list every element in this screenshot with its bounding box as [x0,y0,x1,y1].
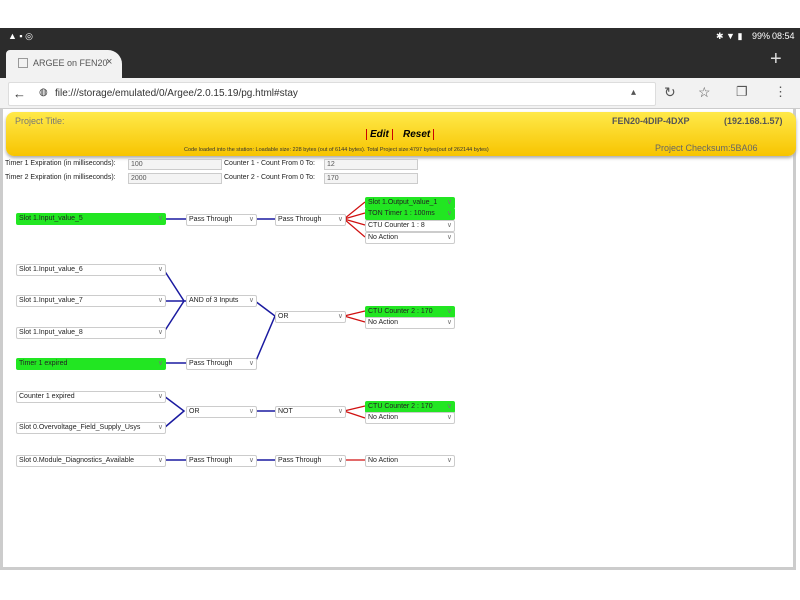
rung4-op2-select[interactable]: Pass Through [275,455,346,467]
rung3-input-select[interactable]: Counter 1 expired [16,391,166,403]
rung1-output-select[interactable]: TON Timer 1 : 100ms [365,208,455,220]
rung3-input-select[interactable]: Slot 0.Overvoltage_Field_Supply_Usys [16,422,166,434]
rung1-output-select[interactable]: CTU Counter 1 : 8 [365,220,455,232]
rung2-input-select[interactable]: Slot 1.Input_value_6 [16,264,166,276]
rung2-output-select[interactable]: No Action [365,317,455,329]
rung1-input-select[interactable]: Slot 1.Input_value_5 [16,213,166,225]
rung2-pass-select[interactable]: Pass Through [186,358,257,370]
rung2-or-select[interactable]: OR [275,311,346,323]
rung2-input-select[interactable]: Timer 1 expired [16,358,166,370]
rung2-input-select[interactable]: Slot 1.Input_value_8 [16,327,166,339]
rung2-input-select[interactable]: Slot 1.Input_value_7 [16,295,166,307]
rung4-op1-select[interactable]: Pass Through [186,455,257,467]
rung1-output-select[interactable]: No Action [365,232,455,244]
rung1-op1-select[interactable]: Pass Through [186,214,257,226]
rung4-output-select[interactable]: No Action [365,455,455,467]
rung2-and-select[interactable]: AND of 3 Inputs [186,295,257,307]
rung3-not-select[interactable]: NOT [275,406,346,418]
rung3-or-select[interactable]: OR [186,406,257,418]
rung4-input-select[interactable]: Slot 0.Module_Diagnostics_Available [16,455,166,467]
rung1-op2-select[interactable]: Pass Through [275,214,346,226]
rung3-output-select[interactable]: No Action [365,412,455,424]
